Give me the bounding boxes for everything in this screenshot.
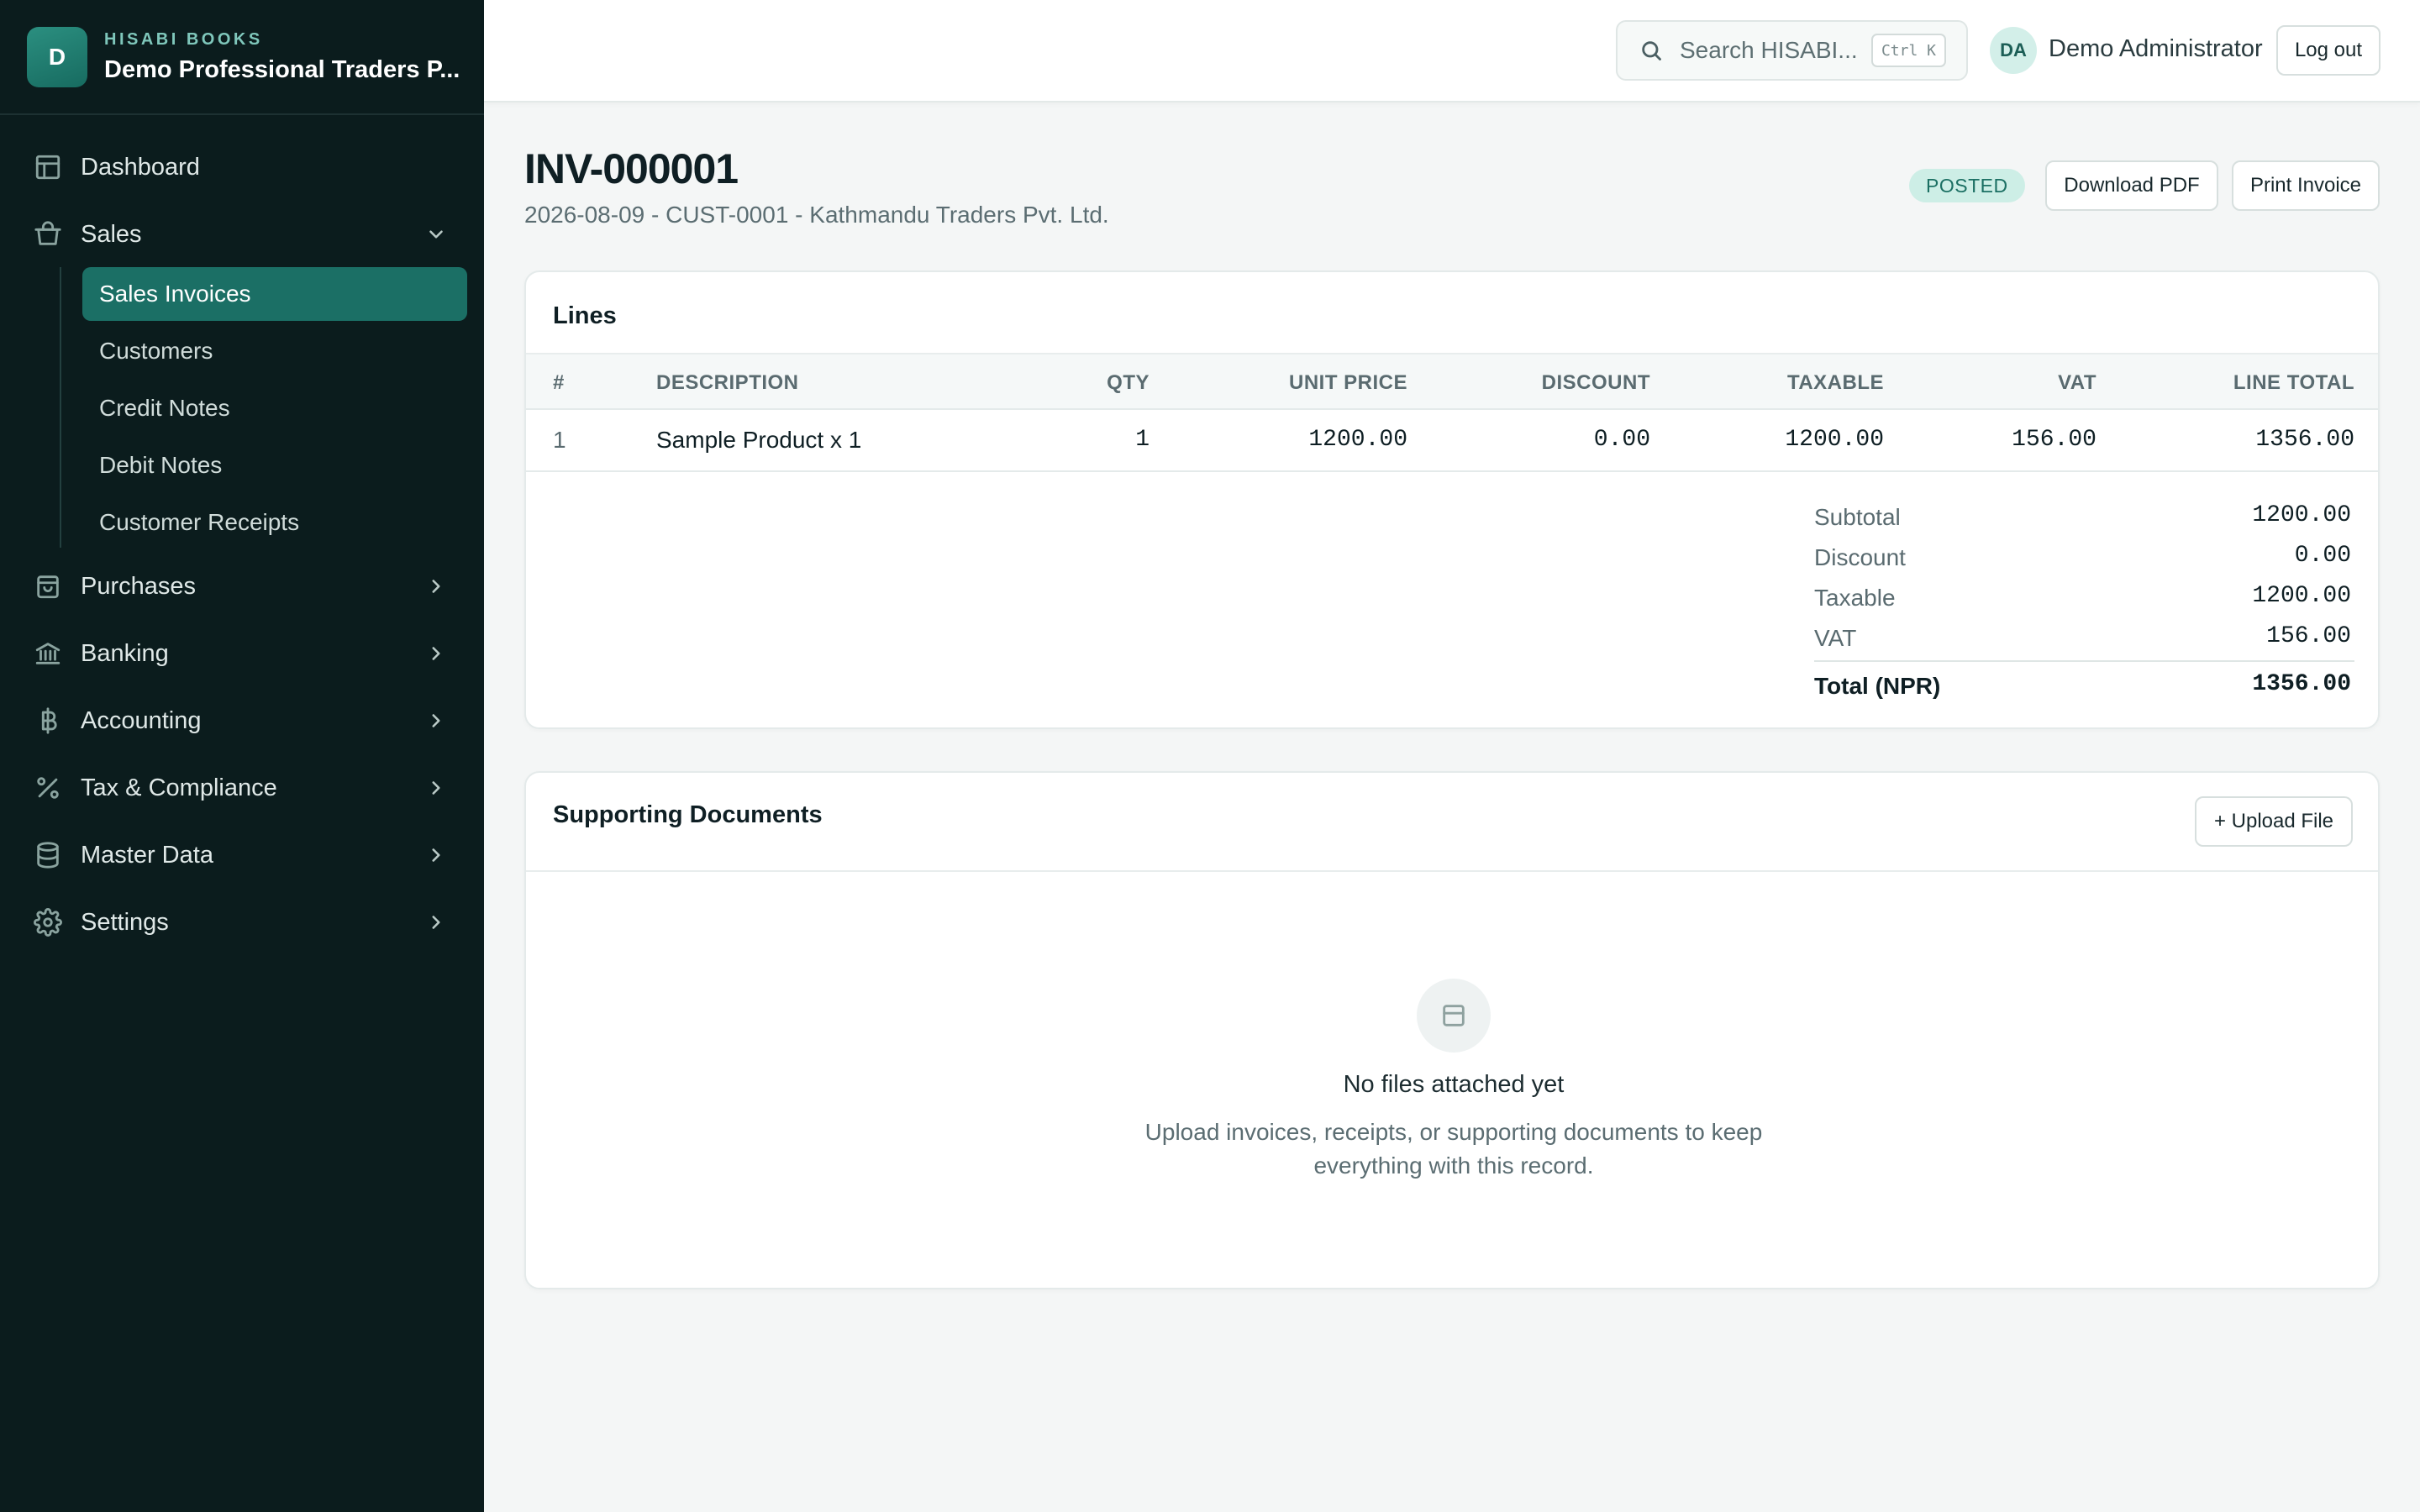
discount-label: Discount — [1814, 544, 1906, 570]
search-shortcut: Ctrl K — [1870, 34, 1946, 67]
totals-divider — [1814, 660, 2354, 662]
status-badge: POSTED — [1909, 169, 2025, 202]
percent-icon — [34, 774, 62, 802]
col-unit-price: UNIT PRICE — [1288, 371, 1407, 394]
subnav-sales-invoices[interactable]: Sales Invoices — [82, 267, 467, 321]
nav-tax-label: Tax & Compliance — [81, 774, 277, 801]
chevron-right-icon — [425, 844, 447, 866]
row-qty: 1 — [1135, 427, 1150, 453]
nav-banking[interactable]: Banking — [0, 624, 484, 683]
row-unit-price: 1200.00 — [1308, 427, 1407, 453]
avatar[interactable]: DA — [1990, 27, 2037, 74]
row-discount: 0.00 — [1593, 427, 1650, 453]
user-name[interactable]: Demo Administrator — [2049, 35, 2263, 63]
nav-sales[interactable]: Sales — [0, 205, 484, 264]
documents-card: Supporting Documents + Upload File No fi… — [524, 771, 2380, 1289]
nav-master-data-label: Master Data — [81, 841, 213, 869]
baht-icon — [34, 706, 62, 735]
bank-icon — [34, 639, 62, 668]
lines-card: Lines # DESCRIPTION QTY UNIT PRICE DISCO… — [524, 270, 2380, 729]
row-number: 1 — [553, 427, 566, 453]
subnav-credit-notes[interactable]: Credit Notes — [82, 381, 467, 435]
nav-tax-compliance[interactable]: Tax & Compliance — [0, 759, 484, 817]
nav-purchases[interactable]: Purchases — [0, 557, 484, 616]
search-icon — [1642, 41, 1661, 60]
documents-title: Supporting Documents — [553, 801, 823, 828]
subnav-customers[interactable]: Customers — [82, 324, 467, 378]
search-input[interactable]: Search HISABI... Ctrl K — [1616, 20, 1968, 81]
print-invoice-button[interactable]: Print Invoice — [2232, 160, 2380, 211]
documents-divider — [526, 870, 2378, 872]
chevron-right-icon — [425, 575, 447, 597]
vat-value: 156.00 — [2266, 623, 2351, 649]
discount-value: 0.00 — [2294, 543, 2351, 569]
nav-master-data[interactable]: Master Data — [0, 826, 484, 885]
gear-icon — [34, 908, 62, 937]
app-name: HISABI BOOKS — [104, 29, 263, 49]
col-qty: QTY — [1107, 371, 1150, 394]
nav-sales-label: Sales — [81, 220, 142, 248]
logout-button[interactable]: Log out — [2276, 25, 2381, 76]
purchases-icon — [34, 572, 62, 601]
row-description: Sample Product x 1 — [656, 427, 862, 453]
subtotal-value: 1200.00 — [2252, 502, 2351, 528]
subnav-customer-receipts[interactable]: Customer Receipts — [82, 496, 467, 549]
col-discount: DISCOUNT — [1541, 371, 1650, 394]
brand-logo: D — [27, 26, 87, 87]
company-name: Demo Professional Traders P... — [104, 55, 460, 83]
nav-banking-label: Banking — [81, 639, 169, 667]
subnav-debit-notes[interactable]: Debit Notes — [82, 438, 467, 492]
col-vat: VAT — [2058, 371, 2096, 394]
chevron-right-icon — [425, 777, 447, 799]
search-placeholder: Search HISABI... — [1680, 37, 1858, 63]
chevron-right-icon — [425, 643, 447, 664]
col-taxable: TAXABLE — [1786, 371, 1884, 394]
vat-label: VAT — [1814, 625, 1857, 651]
empty-state-title: No files attached yet — [1343, 1071, 1565, 1098]
shopping-bag-icon — [34, 220, 62, 249]
sidebar: D HISABI BOOKS Demo Professional Traders… — [0, 0, 484, 1512]
dashboard-icon — [34, 153, 62, 181]
taxable-label: Taxable — [1814, 585, 1896, 611]
topbar: Search HISABI... Ctrl K DA Demo Administ… — [484, 0, 2420, 102]
nav-purchases-label: Purchases — [81, 572, 197, 600]
table-header: # DESCRIPTION QTY UNIT PRICE DISCOUNT TA… — [526, 353, 2378, 410]
nav-accounting[interactable]: Accounting — [0, 691, 484, 750]
lines-title: Lines — [553, 302, 617, 329]
nav-settings-label: Settings — [81, 908, 169, 936]
document-icon — [1417, 979, 1491, 1053]
col-line-total: LINE TOTAL — [2233, 371, 2354, 394]
grand-total-label: Total (NPR) — [1814, 673, 1941, 699]
col-number: # — [553, 371, 565, 394]
nav-dashboard[interactable]: Dashboard — [0, 138, 484, 197]
invoice-meta: 2026-08-09 - CUST-0001 - Kathmandu Trade… — [524, 202, 1109, 228]
database-icon — [34, 841, 62, 869]
nav-dashboard-label: Dashboard — [81, 153, 200, 181]
nav-accounting-label: Accounting — [81, 706, 202, 734]
row-line-total: 1356.00 — [2255, 427, 2354, 453]
col-description: DESCRIPTION — [656, 371, 799, 394]
subtotal-label: Subtotal — [1814, 504, 1901, 530]
chevron-right-icon — [425, 911, 447, 933]
row-vat: 156.00 — [2012, 427, 2096, 453]
row-taxable: 1200.00 — [1785, 427, 1884, 453]
chevron-right-icon — [425, 710, 447, 732]
download-pdf-button[interactable]: Download PDF — [2045, 160, 2218, 211]
chevron-down-icon — [425, 223, 447, 245]
upload-file-button[interactable]: + Upload File — [2195, 796, 2353, 847]
table-row: 1 Sample Product x 1 1 1200.00 0.00 1200… — [526, 410, 2378, 472]
nav-settings[interactable]: Settings — [0, 893, 484, 952]
grand-total-value: 1356.00 — [2252, 671, 2351, 697]
empty-state-description: Upload invoices, receipts, or supporting… — [1144, 1119, 1763, 1179]
brand-header[interactable]: D HISABI BOOKS Demo Professional Traders… — [0, 0, 484, 115]
taxable-value: 1200.00 — [2252, 583, 2351, 609]
page-title: INV-000001 — [524, 145, 739, 192]
subnav-divider — [60, 267, 61, 548]
